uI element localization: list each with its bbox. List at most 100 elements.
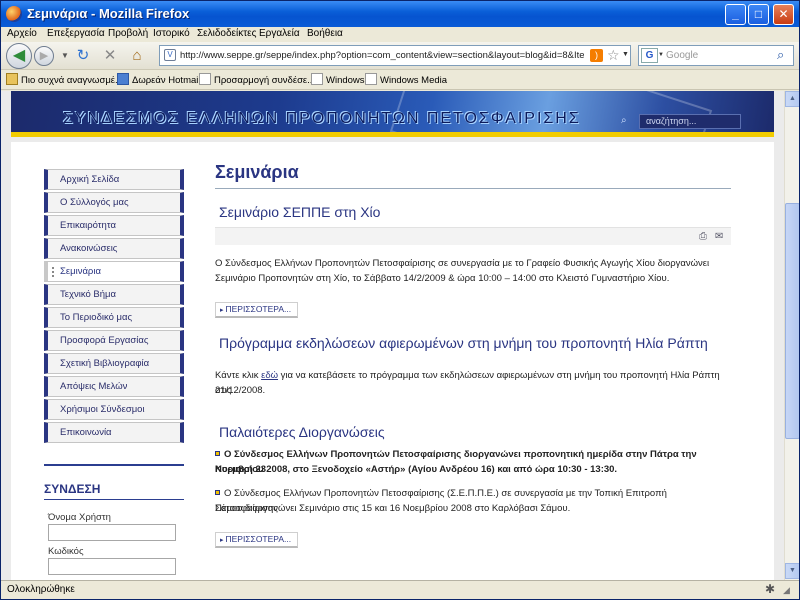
article-text-line: Σεμινάριο Προπονητών στη Χίο, το Σάββατο… [215,273,670,284]
close-button[interactable]: ✕ [773,4,794,25]
bookmark-label: Δωρεάν Hotmail [132,75,201,86]
password-field[interactable] [48,558,176,575]
rss-feed-icon[interactable]: ) [590,49,603,62]
menu-file[interactable]: Αρχείο [7,28,37,39]
bookmark-windows-media[interactable]: Windows Media [365,73,447,86]
list-item-continued: Νοεμβρίου 2008, στο Ξενοδοχείο «Αστήρ» (… [215,464,618,475]
article-toolbar: ⎙ ✉ [215,227,731,245]
bullet-icon [215,490,220,495]
search-bar[interactable]: G ▼ Google ⌕ [638,45,794,66]
page-icon [311,73,323,85]
site-identity-icon[interactable]: V [164,49,176,61]
sidebar-item-announcements[interactable]: Ανακοινώσεις [44,238,184,259]
scroll-down-icon[interactable]: ▼ [785,563,799,579]
scroll-up-icon[interactable]: ▲ [785,91,799,107]
bullet-icon [215,451,220,456]
menu-bookmarks[interactable]: Σελιδοδείκτες [197,28,256,39]
menu-help[interactable]: Βοήθεια [307,28,343,39]
forward-button[interactable]: ▶ [34,46,54,66]
article-title[interactable]: Σεμινάριο ΣΕΠΠΕ στη Χίο [219,204,380,220]
minimize-button[interactable]: _ [725,4,746,25]
bookmark-windows[interactable]: Windows [311,73,365,86]
sidebar-divider [44,464,184,466]
scroll-thumb[interactable] [785,203,799,439]
vertical-scrollbar[interactable]: ▲ ▼ [784,91,799,580]
sidebar-menu: Αρχική Σελίδα Ο Σύλλογός μας Επικαιρότητ… [44,169,184,445]
download-link[interactable]: εδώ [261,370,278,381]
username-label: Όνομα Χρήστη [48,512,111,523]
read-more-button[interactable]: ΠΕΡΙΣΣΟΤΕΡΑ... [215,302,299,318]
title-divider [215,188,731,189]
home-icon[interactable]: ⌂ [128,47,146,65]
browser-window: Σεμινάρια - Mozilla Firefox _ □ ✕ Αρχείο… [0,0,800,600]
article-text-line: 21/12/2008. [215,385,266,396]
menu-tools[interactable]: Εργαλεία [259,28,300,39]
bookmarks-toolbar: Πιο συχνά αναγνωσμέ... Δωρεάν Hotmail Πρ… [1,70,799,90]
menu-edit[interactable]: Επεξεργασία [47,28,105,39]
bookmark-label: Πιο συχνά αναγνωσμέ... [21,75,123,86]
sidebar-item-bibliography[interactable]: Σχετική Βιβλιογραφία [44,353,184,374]
menu-history[interactable]: Ιστορικό [153,28,190,39]
bookmark-most-visited[interactable]: Πιο συχνά αναγνωσμέ... [6,73,123,86]
search-icon: ⌕ [621,115,627,126]
email-icon[interactable]: ✉ [715,231,727,242]
sidebar-item-contact[interactable]: Επικοινωνία [44,422,184,443]
login-divider [44,499,184,500]
sidebar-item-jobs[interactable]: Προσφορά Εργασίας [44,330,184,351]
page-icon [199,73,211,85]
site-header-banner: ΣΥΝΔΕΣΜΟΣ ΕΛΛΗΝΩΝ ΠΡΟΠΟΝΗΤΩΝ ΠΕΤΟΣΦΑΙΡΙΣ… [11,91,774,137]
username-field[interactable] [48,524,176,541]
sidebar-item-association[interactable]: Ο Σύλλογός μας [44,192,184,213]
bookmark-label: Προσαρμογή συνδέσε... [214,75,316,86]
page-icon [365,73,377,85]
bookmark-label: Windows [326,75,365,86]
addon-icon[interactable]: ✱ [765,582,775,596]
site-title: ΣΥΝΔΕΣΜΟΣ ΕΛΛΗΝΩΝ ΠΡΟΠΟΝΗΤΩΝ ΠΕΤΟΣΦΑΙΡΙΣ… [63,110,581,127]
page-viewport: ΣΥΝΔΕΣΜΟΣ ΕΛΛΗΝΩΝ ΠΡΟΠΟΝΗΤΩΝ ΠΕΤΟΣΦΑΙΡΙΣ… [1,91,784,580]
url-text[interactable]: http://www.seppe.gr/seppe/index.php?opti… [180,50,584,61]
resize-grip-icon[interactable]: ◢ [783,585,790,596]
reload-icon[interactable]: ↻ [74,47,92,65]
page-content: Αρχική Σελίδα Ο Σύλλογός μας Επικαιρότητ… [11,142,774,580]
bookmark-star-icon[interactable]: ☆ [607,47,620,64]
engine-dropdown-icon[interactable]: ▼ [658,52,664,58]
password-label: Κωδικός [48,546,84,557]
window-title: Σεμινάρια - Mozilla Firefox [27,6,190,21]
search-icon[interactable]: ⌕ [777,47,784,63]
read-more-button[interactable]: ΠΕΡΙΣΣΟΤΕΡΑ... [215,532,299,548]
bookmark-label: Windows Media [380,75,448,86]
article-title[interactable]: Πρόγραμμα εκδηλώσεων αφιερωμένων στη μνή… [219,335,708,351]
article-text: Κάντε κλικ [215,370,262,381]
sidebar-item-news[interactable]: Επικαιρότητα [44,215,184,236]
url-bar[interactable]: V http://www.seppe.gr/seppe/index.php?op… [159,45,631,66]
bookmark-customize-links[interactable]: Προσαρμογή συνδέσε... [199,73,315,86]
title-bar: Σεμινάρια - Mozilla Firefox _ □ ✕ [1,1,799,27]
page-title: Σεμινάρια [215,162,299,182]
msn-icon [117,73,129,85]
back-button[interactable]: ◀ [6,43,32,69]
stop-icon[interactable]: ✕ [101,47,119,65]
bookmark-folder-icon [6,73,18,85]
sidebar-item-links[interactable]: Χρήσιμοι Σύνδεσμοι [44,399,184,420]
status-bar: Ολοκληρώθηκε ✱ ◢ [1,580,799,599]
bookmark-hotmail[interactable]: Δωρεάν Hotmail [117,73,201,86]
history-dropdown-icon[interactable]: ▼ [56,47,74,65]
site-search-input[interactable]: αναζήτηση... [639,114,741,129]
sidebar-item-technical[interactable]: Τεχνικό Βήμα [44,284,184,305]
search-engine-icon[interactable]: G [641,48,658,63]
print-icon[interactable]: ⎙ [699,231,711,242]
url-dropdown-icon[interactable]: ▼ [622,51,629,58]
article-text-line: Ο Σύνδεσμος Ελλήνων Προπονητών Πετοσφαίρ… [215,258,710,269]
maximize-button[interactable]: □ [748,4,769,25]
list-item-continued: Σάμου διοργανώνει Σεμινάριο στις 15 και … [215,503,571,514]
sidebar-item-magazine[interactable]: Το Περιοδικό μας [44,307,184,328]
article-title[interactable]: Παλαιότερες Διοργανώσεις [219,424,385,440]
sidebar-item-home[interactable]: Αρχική Σελίδα [44,169,184,190]
sidebar-item-seminars[interactable]: Σεμινάρια [44,261,184,282]
menu-bar: Αρχείο Επεξεργασία Προβολή Ιστορικό Σελι… [1,27,799,42]
status-text: Ολοκληρώθηκε [7,584,75,595]
navigation-toolbar: ◀ ▶ ▼ ↻ ✕ ⌂ V http://www.seppe.gr/seppe/… [1,42,799,70]
search-placeholder: Google [666,50,699,61]
sidebar-item-member-views[interactable]: Απόψεις Μελών [44,376,184,397]
menu-view[interactable]: Προβολή [108,28,148,39]
